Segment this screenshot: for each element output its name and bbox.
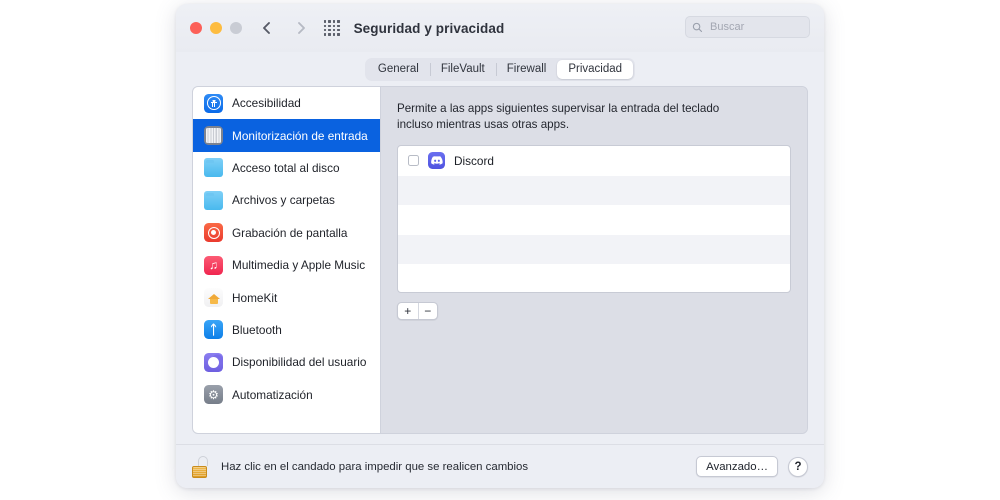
sidebar-item-multimedia-y-apple-music[interactable]: ♫ Multimedia y Apple Music [193,249,380,281]
navigation-buttons [260,21,308,35]
show-all-grid-icon[interactable] [324,20,340,36]
screen: Seguridad y privacidad General FileVault… [0,0,1000,500]
sidebar-item-homekit[interactable]: HomeKit [193,281,380,313]
folder-icon [204,190,223,210]
system-preferences-window: Seguridad y privacidad General FileVault… [176,4,824,488]
app-name: Discord [454,153,494,168]
lock-help-text: Haz clic en el candado para impedir que … [221,460,529,473]
back-button[interactable] [260,21,274,35]
tab-bar: General FileVault Firewall Privacidad [176,52,824,86]
traffic-lights [190,22,242,34]
sidebar-item-disponibilidad-del-usuario[interactable]: Disponibilidad del usuario [193,346,380,378]
sidebar-item-label: Accesibilidad [232,96,301,111]
sidebar-item-label: Monitorización de entrada [232,128,368,143]
search-input[interactable] [708,20,803,34]
sidebar-item-label: Automatización [232,387,313,402]
folder-icon [204,158,223,178]
add-app-button[interactable]: + [398,303,418,319]
keyboard-icon [204,126,223,146]
tab-general[interactable]: General [367,60,430,79]
minimize-button[interactable] [210,22,222,34]
search-field[interactable] [685,16,810,38]
discord-glyph [430,156,443,165]
search-icon [692,22,703,32]
close-button[interactable] [190,22,202,34]
moon-icon [204,352,223,372]
privacy-panel: Accesibilidad Monitorización de entrada … [192,86,808,434]
privacy-category-list[interactable]: Accesibilidad Monitorización de entrada … [193,87,381,433]
app-checkbox[interactable] [408,155,419,167]
sidebar-item-grabacion-de-pantalla[interactable]: Grabación de pantalla [193,217,380,249]
sidebar-item-label: Multimedia y Apple Music [232,258,366,273]
sidebar-item-automatizacion[interactable]: ⚙ Automatización [193,379,380,411]
window-body: Accesibilidad Monitorización de entrada … [176,86,824,444]
add-remove-controls: + − [397,301,438,320]
remove-app-button[interactable]: − [417,302,438,319]
sidebar-item-acceso-total-al-disco[interactable]: Acceso total al disco [193,152,380,184]
accessibility-icon [204,93,223,113]
tab-filevault[interactable]: FileVault [429,60,496,79]
forward-button [294,21,308,35]
permission-description: Permite a las apps siguientes supervisar… [397,102,720,131]
screen-record-icon [204,223,223,243]
sidebar-item-archivos-y-carpetas[interactable]: Archivos y carpetas [193,184,380,216]
tab-privacidad[interactable]: Privacidad [557,59,634,79]
sidebar-item-label: Archivos y carpetas [232,193,335,208]
sidebar-item-bluetooth[interactable]: ᛏ Bluetooth [193,314,380,346]
table-row[interactable]: Discord [398,146,790,176]
window-titlebar: Seguridad y privacidad [176,4,824,52]
music-note-icon: ♫ [204,255,223,275]
sidebar-item-label: HomeKit [232,290,278,305]
page-title: Seguridad y privacidad [353,20,505,36]
zoom-button [230,22,242,34]
sidebar-item-label: Bluetooth [232,322,282,337]
sidebar-item-label: Grabación de pantalla [232,225,348,240]
sidebar-item-accesibilidad[interactable]: Accesibilidad [193,87,380,119]
home-icon [204,288,223,308]
window-footer: Haz clic en el candado para impedir que … [176,444,824,488]
allowed-apps-list[interactable]: Discord [397,144,791,293]
tab-group: General FileVault Firewall Privacidad [364,57,636,81]
table-row-empty [398,234,790,265]
discord-icon [428,152,445,170]
sidebar-item-label: Disponibilidad del usuario [232,355,367,370]
sidebar-item-label: Acceso total al disco [232,160,340,175]
privacy-content: Permite a las apps siguientes supervisar… [381,87,807,433]
table-row-empty [398,264,790,292]
tab-firewall[interactable]: Firewall [495,60,558,79]
sidebar-item-monitorizacion-de-entrada[interactable]: Monitorización de entrada [193,119,380,152]
table-row-empty [398,175,790,206]
gear-icon: ⚙ [204,385,223,405]
table-row-empty [398,205,790,235]
help-button[interactable]: ? [788,456,808,477]
bluetooth-icon: ᛏ [204,320,223,340]
padlock-open-icon[interactable] [192,455,211,478]
advanced-button[interactable]: Avanzado… [696,456,778,477]
